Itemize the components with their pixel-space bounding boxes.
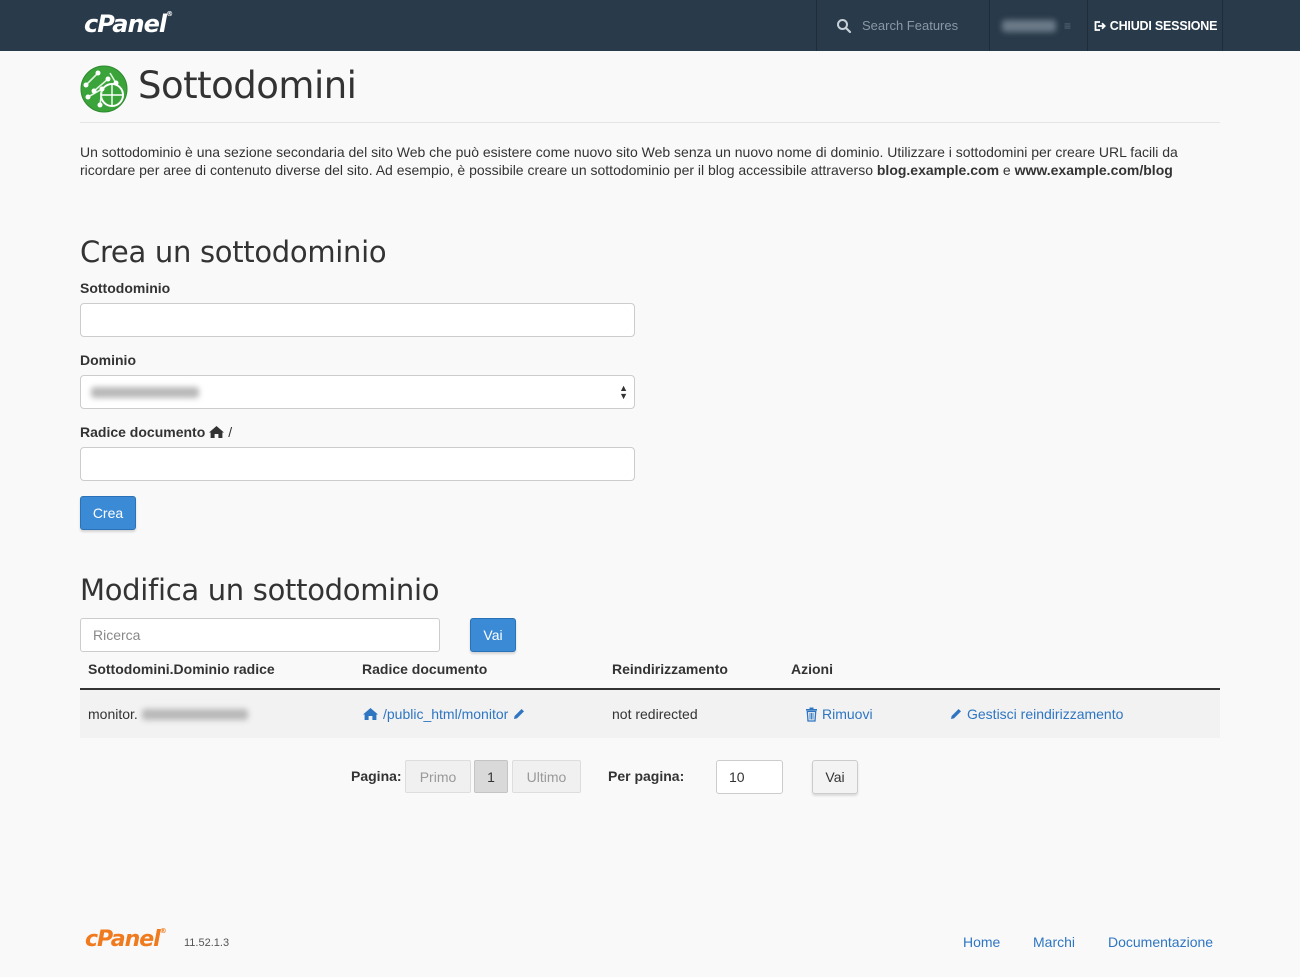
docroot-label: Radice documento <box>80 424 206 440</box>
intro-text-and: e <box>999 162 1015 178</box>
manage-heading: Modifica un sottodominio <box>80 573 440 607</box>
col-header-actions: Azioni <box>791 661 833 677</box>
docroot-slash: / <box>228 424 233 440</box>
first-page-button[interactable]: Primo <box>405 760 471 793</box>
subdomain-label: Sottodominio <box>80 280 171 296</box>
intro-example-subdomain: blog.example.com <box>876 162 1000 178</box>
subdomain-search-input[interactable] <box>80 618 440 652</box>
trademark-mark: ® <box>166 10 173 18</box>
cpanel-logo[interactable]: cPanel® <box>84 10 173 38</box>
current-page-button[interactable]: 1 <box>474 760 508 793</box>
docroot-input[interactable] <box>80 447 635 481</box>
feature-search[interactable] <box>817 0 989 51</box>
select-arrows-icon: ▲ ▼ <box>619 383 628 401</box>
logout-button[interactable]: CHIUDI SESSIONE <box>1088 0 1222 51</box>
intro-example-path: www.example.com/blog <box>1014 162 1173 178</box>
domain-value-redacted <box>91 386 199 398</box>
home-icon <box>363 708 378 720</box>
page-title: Sottodomini <box>138 64 357 107</box>
header-divider <box>80 122 1220 123</box>
cell-subdomain: monitor. <box>88 706 248 722</box>
subdomains-globe-icon <box>80 65 128 113</box>
home-icon <box>209 426 225 438</box>
docroot-link[interactable]: /public_html/monitor <box>383 706 508 722</box>
user-menu[interactable]: ≡ <box>990 0 1087 51</box>
cell-docroot: /public_html/monitor <box>362 706 526 722</box>
col-header-redirect[interactable]: Reindirizzamento <box>612 661 728 677</box>
domain-select[interactable]: ▲ ▼ <box>80 375 635 409</box>
root-domain-redacted <box>141 708 248 720</box>
subdomain-prefix: monitor. <box>88 706 138 722</box>
trash-icon <box>806 707 817 722</box>
trademark-mark: ® <box>159 927 167 935</box>
create-button[interactable]: Crea <box>80 496 136 530</box>
cell-redirect: not redirected <box>612 706 698 722</box>
manage-redirect-label: Gestisci reindirizzamento <box>967 706 1124 722</box>
menu-lines-icon: ≡ <box>1064 18 1072 33</box>
docroot-label-row: Radice documento / <box>80 424 232 440</box>
create-heading: Crea un sottodominio <box>80 235 387 269</box>
footer-cpanel-logo: cPanel® <box>85 927 167 952</box>
page-description: Un sottodominio è una sezione secondaria… <box>80 143 1220 179</box>
feature-search-input[interactable] <box>862 18 982 33</box>
navbar-divider <box>1222 0 1223 51</box>
version-number: 11.52.1.3 <box>184 937 230 949</box>
remove-label: Rimuovi <box>822 706 873 722</box>
col-header-docroot[interactable]: Radice documento <box>362 661 487 677</box>
logo-text: cPanel <box>84 10 167 38</box>
search-icon <box>837 18 852 33</box>
last-page-button[interactable]: Ultimo <box>512 760 581 793</box>
per-page-go-button[interactable]: Vai <box>812 760 858 794</box>
footer-logo-text: cPanel <box>85 927 161 952</box>
per-page-input[interactable] <box>716 760 783 794</box>
subdomain-input[interactable] <box>80 303 635 337</box>
footer-link-trademarks[interactable]: Marchi <box>1033 934 1075 950</box>
domain-label: Dominio <box>80 352 136 368</box>
per-page-label: Per pagina: <box>608 768 685 784</box>
username-redacted <box>1002 19 1056 32</box>
col-header-subdomain[interactable]: Sottodomini.Dominio radice <box>88 661 275 677</box>
footer-link-home[interactable]: Home <box>963 934 1000 950</box>
logout-label: CHIUDI SESSIONE <box>1109 18 1218 33</box>
page-label: Pagina: <box>351 768 402 784</box>
footer-link-documentation[interactable]: Documentazione <box>1108 934 1213 950</box>
logout-icon <box>1094 20 1106 31</box>
pencil-icon[interactable] <box>512 707 526 721</box>
manage-redirect-action[interactable]: Gestisci reindirizzamento <box>949 706 1123 722</box>
pencil-icon <box>951 709 961 719</box>
top-navbar: cPanel® ≡ CHIUDI SESSIONE <box>0 0 1300 51</box>
search-go-button[interactable]: Vai <box>470 618 516 652</box>
remove-action[interactable]: Rimuovi <box>805 706 873 722</box>
